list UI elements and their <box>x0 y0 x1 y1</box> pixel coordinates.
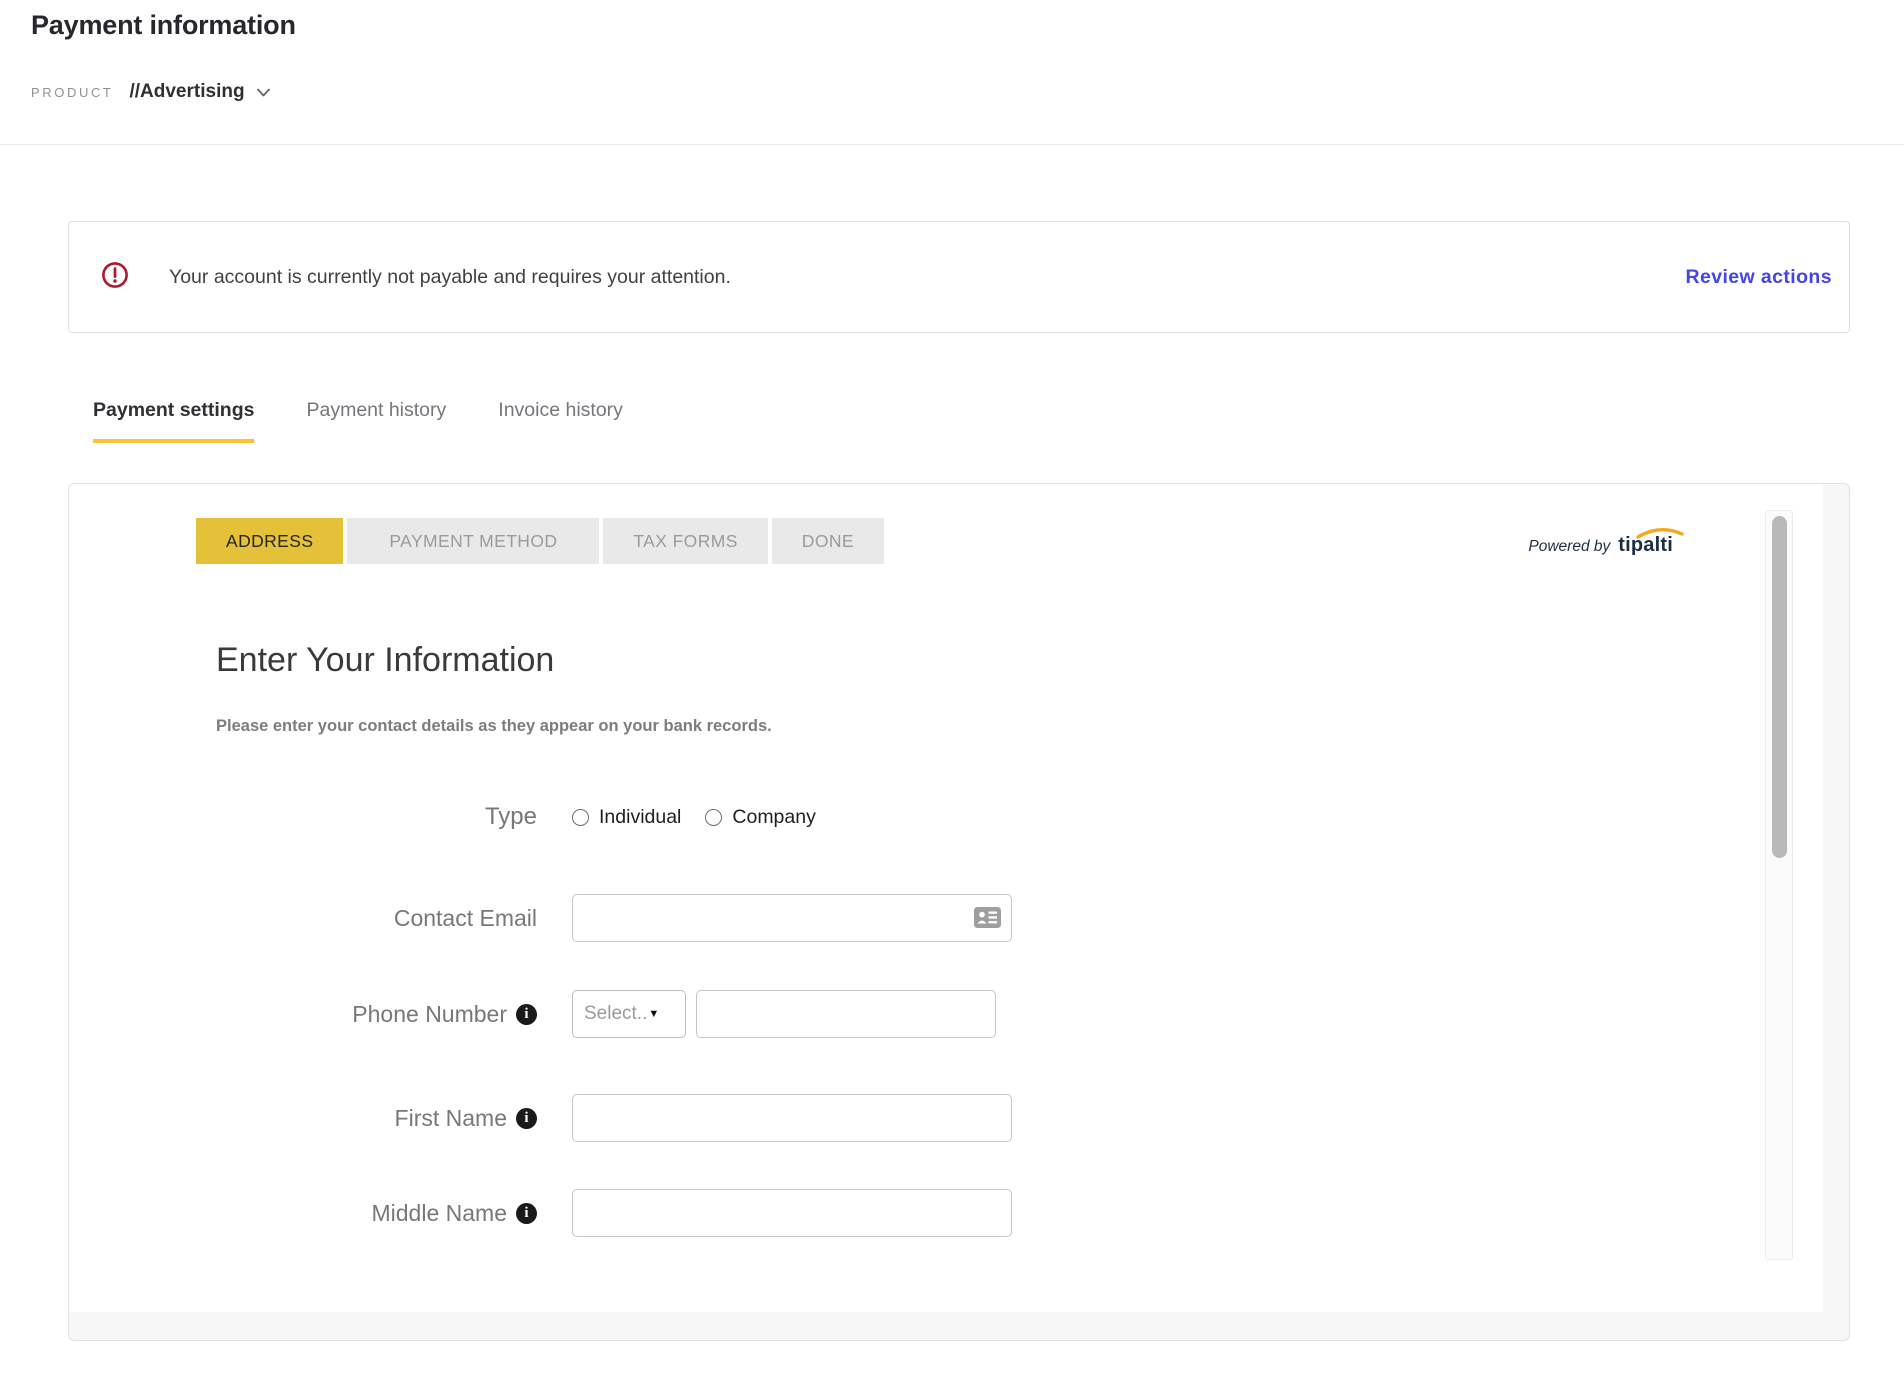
phone-country-select[interactable]: Select.. ▼ <box>572 990 686 1038</box>
middle-name-label: Middle Name <box>372 1200 508 1227</box>
step-payment-method[interactable]: PAYMENT METHOD <box>347 518 599 564</box>
alert-banner: Your account is currently not payable an… <box>68 221 1850 333</box>
radio-individual[interactable] <box>572 809 589 826</box>
main-content: Your account is currently not payable an… <box>0 221 1904 1341</box>
payment-settings-card: ADDRESS PAYMENT METHOD TAX FORMS DONE Po… <box>68 483 1850 1341</box>
first-name-label-cell: First Name i <box>69 1105 537 1132</box>
radio-individual-label: Individual <box>599 806 681 829</box>
type-radio-group: Individual Company <box>572 806 816 829</box>
type-label: Type <box>485 803 537 831</box>
type-field-row: Type Individual Company <box>69 802 1823 832</box>
step-tax-forms[interactable]: TAX FORMS <box>603 518 767 564</box>
tipalti-logo: tipalti <box>1618 534 1673 557</box>
product-selector[interactable]: //Advertising <box>129 81 269 103</box>
radio-company[interactable] <box>705 809 722 826</box>
phone-control: Select.. ▼ <box>572 990 996 1038</box>
contact-card-icon[interactable] <box>974 907 1001 933</box>
scrollbar[interactable] <box>1765 510 1793 1260</box>
info-icon[interactable]: i <box>516 1004 537 1025</box>
form-subheading: Please enter your contact details as the… <box>216 716 1823 736</box>
info-icon[interactable]: i <box>516 1203 537 1224</box>
contact-email-label: Contact Email <box>394 905 537 932</box>
middle-name-input[interactable] <box>572 1189 1012 1237</box>
page-header: Payment information PRODUCT //Advertisin… <box>0 0 1904 145</box>
powered-by-tipalti: Powered by tipalti <box>1528 534 1673 557</box>
contact-email-row: Contact Email <box>69 894 1823 942</box>
tab-invoice-history[interactable]: Invoice history <box>498 399 623 443</box>
radio-option-company[interactable]: Company <box>705 806 815 829</box>
first-name-input[interactable] <box>572 1094 1012 1142</box>
phone-select-value: Select.. <box>584 1003 647 1025</box>
info-icon[interactable]: i <box>516 1108 537 1129</box>
powered-by-text: Powered by <box>1528 538 1610 556</box>
contact-email-wrap <box>572 894 1012 942</box>
step-done[interactable]: DONE <box>772 518 884 564</box>
tab-bar: Payment settings Payment history Invoice… <box>93 399 1850 443</box>
phone-label-cell: Phone Number i <box>69 1001 537 1028</box>
contact-email-label-cell: Contact Email <box>69 905 537 932</box>
review-actions-link[interactable]: Review actions <box>1686 266 1833 289</box>
phone-number-input[interactable] <box>696 990 996 1038</box>
product-value: //Advertising <box>129 81 244 103</box>
step-address[interactable]: ADDRESS <box>196 518 343 564</box>
first-name-label: First Name <box>395 1105 507 1132</box>
payment-wizard-frame: ADDRESS PAYMENT METHOD TAX FORMS DONE Po… <box>69 484 1823 1312</box>
tab-payment-history[interactable]: Payment history <box>306 399 446 443</box>
chevron-down-icon <box>245 85 270 100</box>
page-title: Payment information <box>31 0 1904 41</box>
alert-message: Your account is currently not payable an… <box>169 266 731 289</box>
product-row: PRODUCT //Advertising <box>31 81 1904 103</box>
caret-down-icon: ▼ <box>648 1008 659 1020</box>
product-label: PRODUCT <box>31 85 113 100</box>
exclamation-circle-icon <box>101 261 129 294</box>
tipalti-arc-icon <box>1636 526 1684 539</box>
radio-company-label: Company <box>732 806 815 829</box>
middle-name-control <box>572 1189 1012 1237</box>
radio-option-individual[interactable]: Individual <box>572 806 681 829</box>
contact-email-input[interactable] <box>572 894 1012 942</box>
middle-name-label-cell: Middle Name i <box>69 1200 537 1227</box>
first-name-row: First Name i <box>69 1094 1823 1142</box>
scrollbar-thumb[interactable] <box>1772 516 1787 858</box>
phone-number-label: Phone Number <box>352 1001 507 1028</box>
phone-number-row: Phone Number i Select.. ▼ <box>69 990 1823 1038</box>
form-heading: Enter Your Information <box>216 640 1823 680</box>
first-name-control <box>572 1094 1012 1142</box>
tab-payment-settings[interactable]: Payment settings <box>93 399 254 443</box>
contact-email-control <box>572 894 1012 942</box>
middle-name-row: Middle Name i <box>69 1189 1823 1237</box>
type-label-cell: Type <box>69 803 537 831</box>
